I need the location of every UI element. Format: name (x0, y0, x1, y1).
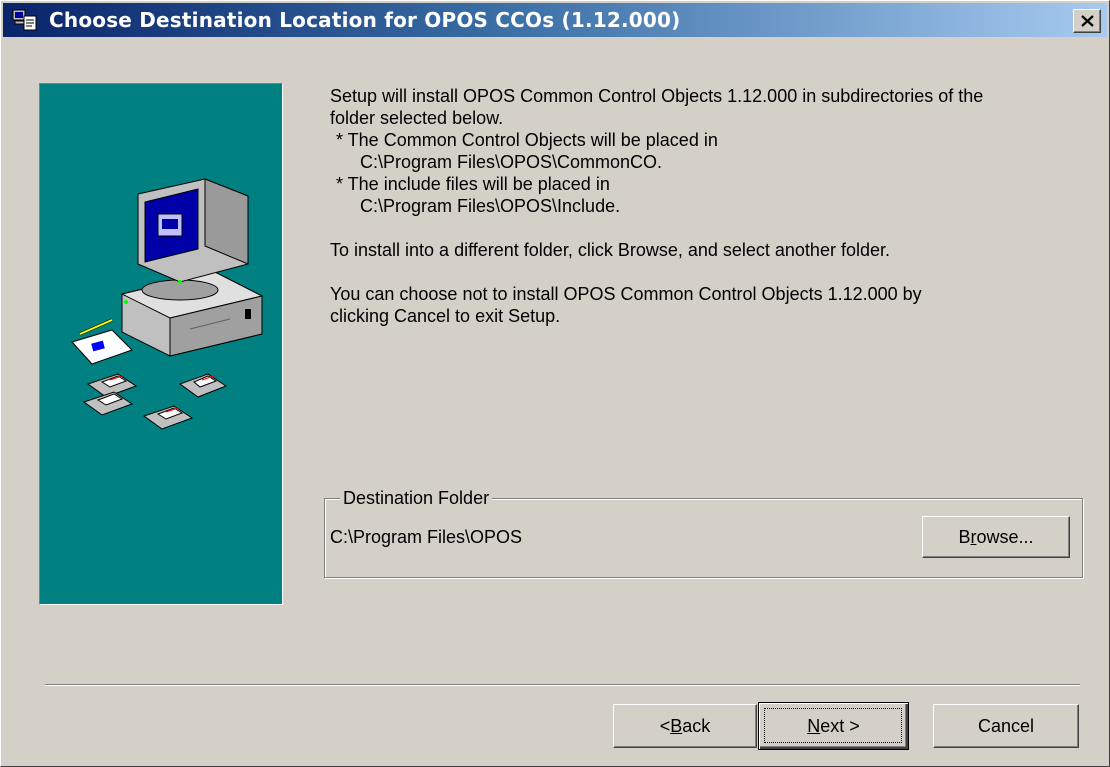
cancel-hint-line-2: clicking Cancel to exit Setup. (330, 306, 561, 326)
close-button[interactable] (1073, 9, 1101, 33)
browse-label: Browse... (958, 527, 1034, 547)
button-separator (45, 684, 1080, 686)
destination-path: C:\Program Files\OPOS (330, 527, 523, 547)
close-icon (1081, 15, 1094, 27)
browse-button[interactable]: Browse... (922, 516, 1070, 558)
instructions-text: Setup will install OPOS Common Control O… (330, 85, 1100, 327)
intro-line-2: folder selected below. (330, 108, 504, 128)
setup-dialog-window: Choose Destination Location for OPOS CCO… (0, 0, 1110, 767)
cancel-label: Cancel (977, 716, 1035, 736)
intro-line-1: Setup will install OPOS Common Control O… (330, 86, 984, 106)
browse-hint: To install into a different folder, clic… (330, 240, 890, 260)
path-include-files: C:\Program Files\OPOS\Include. (360, 196, 621, 216)
path-common-objects: C:\Program Files\OPOS\CommonCO. (360, 152, 663, 172)
setup-illustration-panel (39, 83, 283, 605)
bullet-include-files: * The include files will be placed in (336, 174, 610, 194)
back-button[interactable]: < Back (613, 704, 757, 748)
window-title: Choose Destination Location for OPOS CCO… (49, 8, 681, 32)
title-bar[interactable]: Choose Destination Location for OPOS CCO… (3, 3, 1107, 37)
cancel-button[interactable]: Cancel (933, 704, 1079, 748)
back-label: < Back (659, 716, 711, 736)
next-button[interactable]: Next > (758, 702, 909, 750)
cancel-hint-line-1: You can choose not to install OPOS Commo… (330, 284, 922, 304)
destination-folder-label: Destination Folder (340, 487, 493, 509)
focus-ring (764, 708, 902, 743)
bullet-common-objects: * The Common Control Objects will be pla… (336, 130, 718, 150)
computer-with-disks-illustration (71, 178, 264, 430)
setup-app-icon (12, 9, 37, 31)
